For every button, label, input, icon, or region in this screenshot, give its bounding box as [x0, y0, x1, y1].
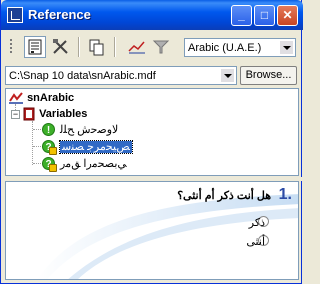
survey-icon: [9, 92, 23, 104]
close-button[interactable]: ✕: [277, 5, 298, 26]
book-icon: [23, 107, 35, 121]
tree-item-label: ﻲﺑﺼﺤﻣرا ﻖﻣر: [60, 158, 127, 170]
tree-line: [33, 146, 41, 147]
tools-icon[interactable]: [50, 36, 72, 58]
language-select[interactable]: Arabic (U.A.E.): [184, 38, 296, 57]
language-select-value: Arabic (U.A.E.): [188, 42, 262, 54]
tree-item-selected[interactable]: ﺺﻴﺤﻣﺮﺟ ﺼﻨﺳ: [59, 139, 133, 155]
variables-tree[interactable]: snArabic − Variables ! ﻻوﺻﺣش ﺢﻠﻟ ? ﺺﻴﺤﻣﺮ…: [5, 88, 299, 176]
tree-root[interactable]: snArabic: [8, 90, 74, 106]
tree-item[interactable]: ﻲﺑﺼﺤﻣرا ﻖﻣر: [60, 156, 127, 172]
minimize-button[interactable]: _: [231, 5, 252, 26]
question-text: هل أنت ذكر أم أنثى؟: [177, 190, 271, 202]
tree-item[interactable]: ﻻوﺻﺣش ﺢﻠﻟ: [60, 122, 118, 138]
toolbar-separator: [114, 37, 116, 57]
question-icon: ?: [42, 140, 57, 155]
window-title: Reference: [28, 7, 91, 22]
properties-icon[interactable]: [24, 36, 46, 58]
option-label-female: أنثى: [246, 236, 265, 248]
filter-icon[interactable]: [150, 36, 172, 58]
tree-variables-label: Variables: [39, 108, 88, 120]
tree-variables-node[interactable]: Variables: [22, 106, 87, 122]
tree-item-label: ﺺﻴﺤﻣﺮﺟ ﺼﻨﺳ: [59, 140, 133, 154]
toolbar-separator: [78, 37, 80, 57]
copy-icon[interactable]: [86, 36, 108, 58]
info-icon: !: [42, 123, 55, 136]
tree-item-label: ﻻوﺻﺣش ﺢﻠﻟ: [60, 124, 119, 136]
data-file-path-select[interactable]: C:\Snap 10 data\snArabic.mdf: [5, 66, 237, 85]
question-icon: ?: [42, 157, 57, 172]
reference-window: Reference _ □ ✕ Arabic (U.A.E.) C:\Snap …: [0, 0, 303, 284]
tree-line: [33, 163, 41, 164]
toolbar: Arabic (U.A.E.): [4, 32, 300, 62]
maximize-button[interactable]: □: [254, 5, 275, 26]
tree-root-label: snArabic: [27, 92, 75, 104]
question-preview-pane: 1. هل أنت ذكر أم أنثى؟ ذكر أنثى: [5, 181, 299, 280]
tree-line: [33, 129, 41, 130]
question-number: 1.: [278, 186, 292, 203]
title-bar[interactable]: Reference _ □ ✕: [1, 0, 303, 30]
data-file-path-value: C:\Snap 10 data\snArabic.mdf: [9, 70, 156, 82]
app-icon: [7, 7, 23, 23]
browse-button[interactable]: Browse...: [240, 66, 297, 85]
option-label-male: ذكر: [248, 217, 265, 229]
chevron-down-icon[interactable]: [220, 68, 235, 83]
collapse-icon[interactable]: −: [11, 110, 20, 119]
chevron-down-icon[interactable]: [279, 40, 294, 55]
chart-icon[interactable]: [126, 36, 148, 58]
tree-line: [32, 121, 33, 165]
